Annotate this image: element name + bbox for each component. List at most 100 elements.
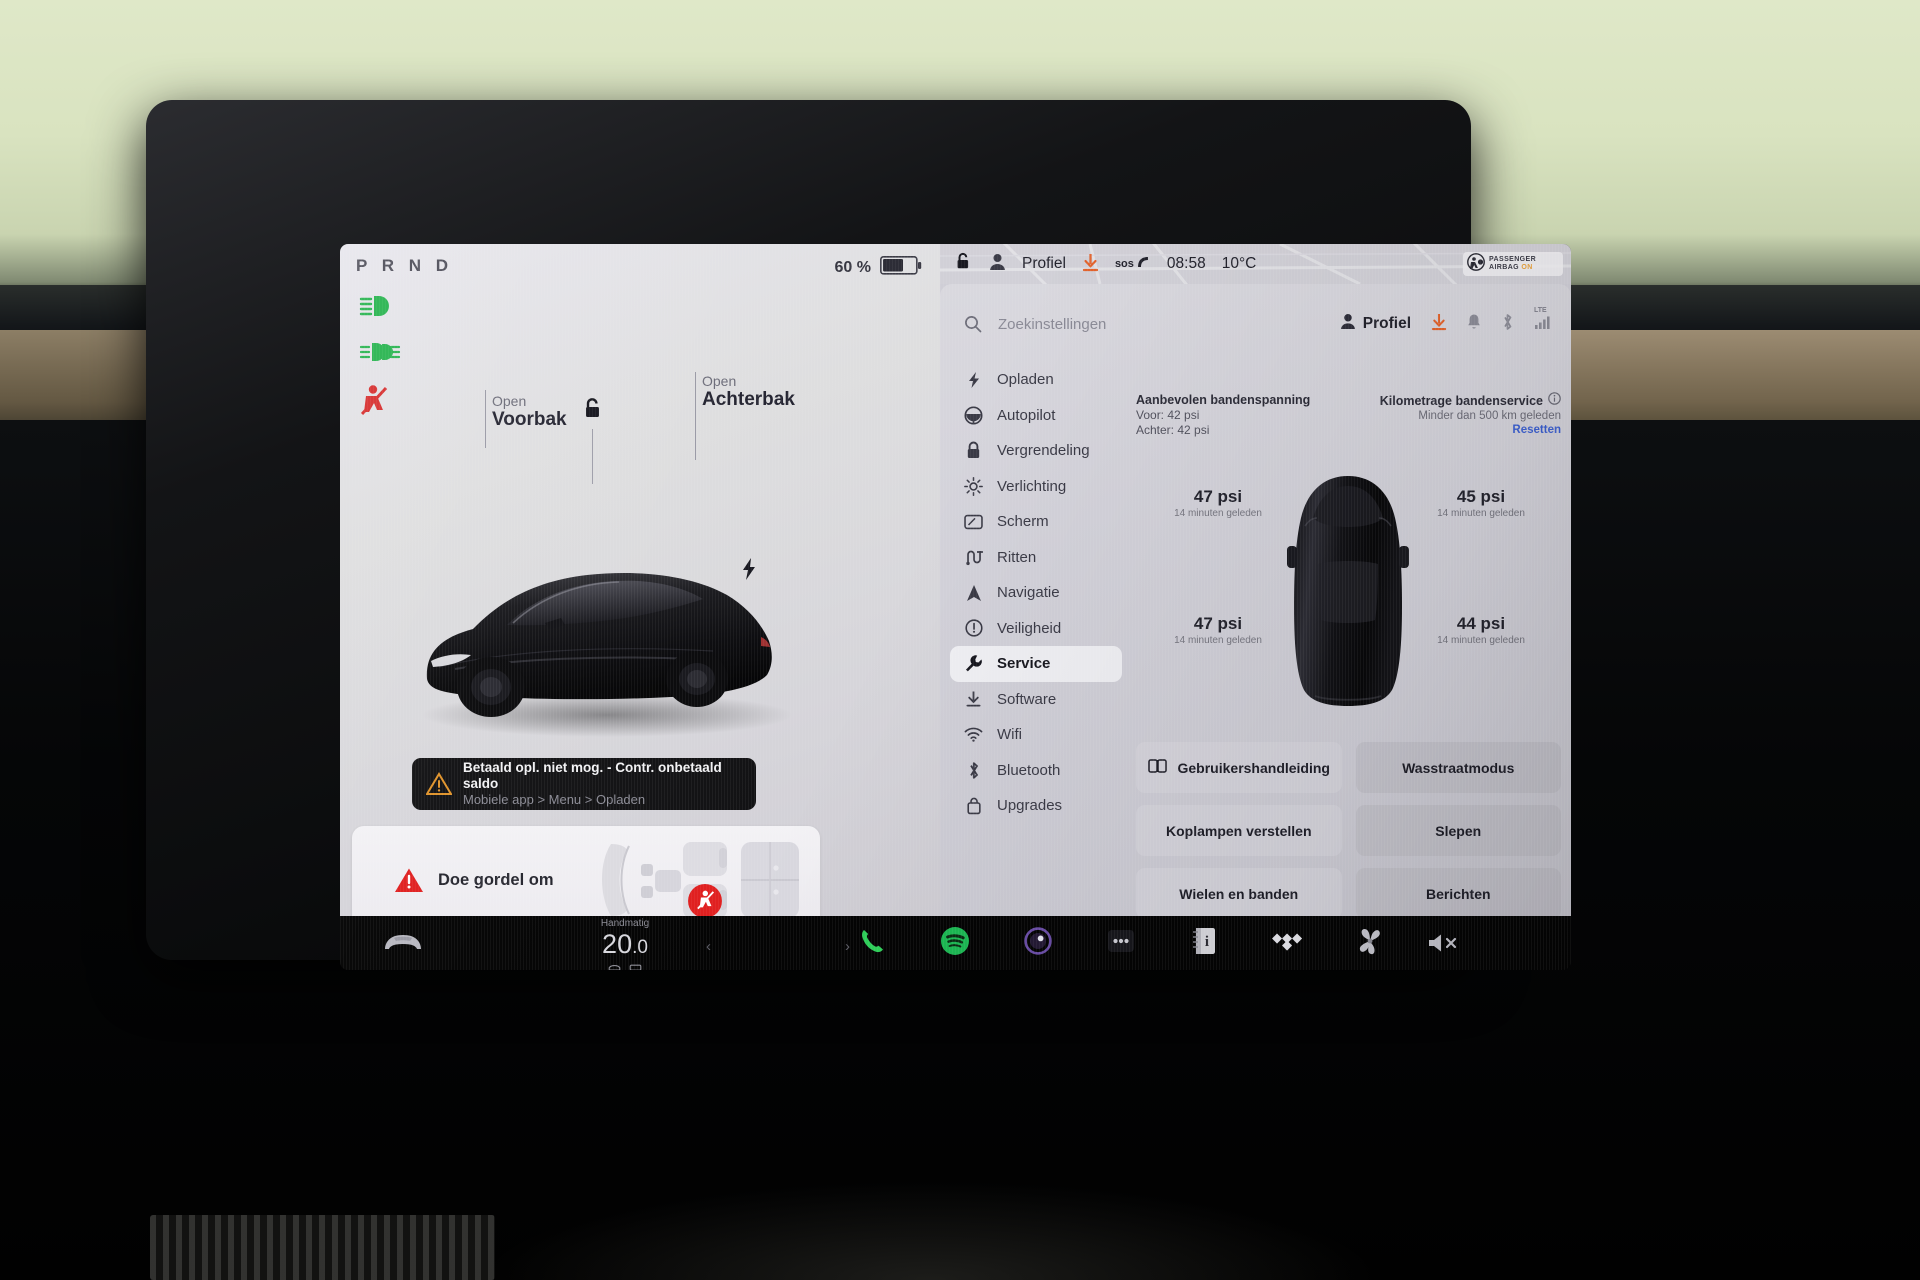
spotify-app-icon[interactable] <box>938 924 972 958</box>
sidebar-item-upgrades[interactable]: Upgrades <box>950 788 1122 824</box>
search-input[interactable]: Zoekinstellingen <box>998 316 1106 333</box>
sidebar-item-autopilot[interactable]: Autopilot <box>950 398 1122 434</box>
lte-label: LTE <box>1534 306 1547 314</box>
battery-icon <box>880 256 922 280</box>
profile-quick-button[interactable]: Profiel <box>1340 313 1411 335</box>
front-fog-light-icon <box>358 339 402 373</box>
achterbak-action-label: Open <box>702 373 737 389</box>
profile-label[interactable]: Profiel <box>1022 255 1066 273</box>
phone-handset-icon <box>1136 255 1151 274</box>
tire-service-title: Kilometrage bandenservice <box>1379 393 1543 408</box>
sidebar-label: Ritten <box>997 548 1037 566</box>
info-circle-icon[interactable] <box>1548 392 1561 409</box>
sidebar-item-verlichting[interactable]: Verlichting <box>950 469 1122 505</box>
service-actions-grid: Gebruikershandleiding Wasstraatmodus Kop… <box>1136 742 1561 919</box>
sidebar-item-bluetooth[interactable]: Bluetooth <box>950 753 1122 789</box>
top-status-bar: Profiel sos 08:58 10°C PASSENGER AIRBAG … <box>940 244 1571 284</box>
person-icon[interactable] <box>989 253 1006 275</box>
tire-rear-left: 47 psi 14 minuten geleden <box>1158 614 1278 647</box>
bluetooth-icon[interactable] <box>1501 313 1514 336</box>
sidebar-item-ritten[interactable]: Ritten <box>950 540 1122 576</box>
tire-service-value: Minder dan 500 km geleden <box>1418 410 1561 422</box>
warning-triangle-icon <box>425 772 453 796</box>
open-voorbak-callout[interactable]: Open Voorbak <box>492 394 567 431</box>
more-apps-icon[interactable] <box>1104 924 1138 958</box>
sidebar-label: Veiligheid <box>997 619 1062 637</box>
sun-brightness-icon <box>964 476 983 496</box>
manual-app-icon[interactable]: i <box>1187 924 1221 958</box>
outside-temperature-label: 10°C <box>1221 255 1257 272</box>
download-icon <box>964 690 983 709</box>
console-vent-grille <box>150 1215 495 1280</box>
vehicle-render[interactable] <box>395 519 815 759</box>
navigation-arrow-icon <box>964 583 983 602</box>
tidal-app-icon[interactable] <box>1270 924 1304 958</box>
wifi-icon <box>964 725 983 744</box>
tire-front-left: 47 psi 14 minuten geleden <box>1158 487 1278 520</box>
button-slepen[interactable]: Slepen <box>1355 805 1561 856</box>
steering-wheel-icon <box>964 406 983 425</box>
software-download-icon[interactable] <box>1082 253 1099 276</box>
sidebar-item-software[interactable]: Software <box>950 682 1122 718</box>
tire-updated-label: 14 minuten geleden <box>1437 508 1525 519</box>
car-front-icon[interactable] <box>382 929 424 955</box>
tesla-touchscreen[interactable]: P R N D 60 % Open Voorbak Open Achterbak… <box>340 244 1571 970</box>
notification-bell-icon[interactable] <box>1467 313 1481 336</box>
bluetooth-icon <box>964 761 983 780</box>
sidebar-label: Software <box>997 690 1057 708</box>
software-download-icon[interactable] <box>1431 313 1447 336</box>
unlock-icon[interactable] <box>580 396 606 427</box>
lte-signal-icon[interactable]: LTE <box>1534 307 1551 335</box>
sidebar-item-vergrendeling[interactable]: Vergrendeling <box>950 433 1122 469</box>
recommended-rear: Achter: 42 psi <box>1136 423 1210 437</box>
charge-port-bolt-icon[interactable] <box>740 557 758 586</box>
defrost-front-icon[interactable] <box>608 961 621 970</box>
button-label: Wielen en banden <box>1179 885 1299 902</box>
sidebar-item-wifi[interactable]: Wifi <box>950 717 1122 753</box>
speaker-mute-icon[interactable] <box>1425 930 1465 956</box>
climate-control[interactable]: Handmatig 20.0 <box>540 918 710 970</box>
tire-pressure-header: Aanbevolen bandenspanning Voor: 42 psi A… <box>1136 392 1561 438</box>
clock-label: 08:58 <box>1166 255 1206 272</box>
button-koplampen-verstellen[interactable]: Koplampen verstellen <box>1136 805 1342 856</box>
unlock-icon[interactable] <box>954 252 973 276</box>
sidebar-item-opladen[interactable]: Opladen <box>950 362 1122 398</box>
sos-button[interactable]: sos <box>1115 255 1151 274</box>
charging-warning-toast[interactable]: Betaald opl. niet mog. - Contr. onbetaal… <box>412 758 756 810</box>
phone-app-icon[interactable] <box>855 924 889 958</box>
unlock-leader-line <box>592 429 593 484</box>
open-achterbak-callout[interactable]: Open Achterbak <box>702 374 795 411</box>
wrench-icon <box>964 654 983 673</box>
chevron-right-icon[interactable]: › <box>845 938 850 955</box>
book-icon <box>1147 758 1167 777</box>
settings-menu: Opladen Autopilot Vergrendeling Verlicht… <box>950 362 1122 824</box>
seatbelt-warning-icon <box>358 384 402 418</box>
vehicle-top-view <box>1273 472 1423 712</box>
sidebar-item-veiligheid[interactable]: Veiligheid <box>950 611 1122 647</box>
tire-updated-label: 14 minuten geleden <box>1174 635 1262 646</box>
display-icon <box>964 512 983 531</box>
button-berichten[interactable]: Berichten <box>1355 868 1561 919</box>
driver-status-panel: P R N D 60 % Open Voorbak Open Achterbak… <box>340 244 940 934</box>
sidebar-item-service[interactable]: Service <box>950 646 1122 682</box>
achterbak-leader-line <box>695 372 696 460</box>
tire-updated-label: 14 minuten geleden <box>1174 508 1262 519</box>
passenger-airbag-indicator: PASSENGER AIRBAG ON <box>1463 252 1563 276</box>
button-label: Koplampen verstellen <box>1166 822 1312 839</box>
voorbak-target-label: Voorbak <box>492 409 567 430</box>
sidebar-item-scherm[interactable]: Scherm <box>950 504 1122 540</box>
fan-climate-icon[interactable] <box>1353 924 1387 958</box>
button-gebruikershandleiding[interactable]: Gebruikershandleiding <box>1136 742 1342 793</box>
button-label: Slepen <box>1435 822 1482 839</box>
sidebar-label: Bluetooth <box>997 761 1061 779</box>
sidebar-item-navigatie[interactable]: Navigatie <box>950 575 1122 611</box>
button-wielen-en-banden[interactable]: Wielen en banden <box>1136 868 1342 919</box>
dashcam-app-icon[interactable] <box>1021 924 1055 958</box>
defrost-rear-icon[interactable] <box>629 961 642 970</box>
lower-console-light <box>480 1180 1380 1280</box>
reset-link[interactable]: Resetten <box>1380 424 1561 436</box>
airbag-state: ON <box>1521 264 1533 271</box>
button-wasstraatmodus[interactable]: Wasstraatmodus <box>1355 742 1561 793</box>
button-label: Wasstraatmodus <box>1402 759 1515 776</box>
airbag-seat-icon <box>1467 253 1485 275</box>
